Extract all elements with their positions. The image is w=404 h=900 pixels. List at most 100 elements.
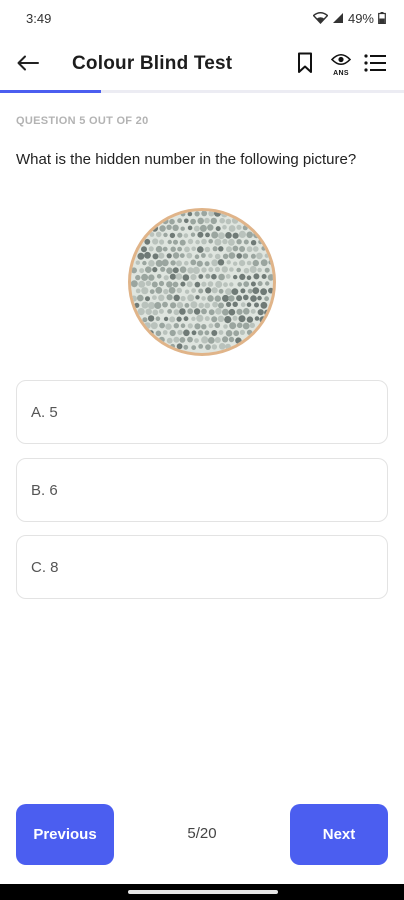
plate-dot bbox=[166, 281, 173, 288]
plate-dot bbox=[222, 336, 229, 343]
ishihara-dots bbox=[131, 211, 273, 350]
plate-dot bbox=[246, 302, 252, 307]
plate-dot bbox=[180, 226, 185, 231]
plate-dot bbox=[201, 281, 207, 287]
plate-dot bbox=[211, 316, 218, 323]
status-icons: 49% bbox=[312, 11, 386, 26]
plate-dot bbox=[173, 336, 180, 343]
bookmark-button[interactable] bbox=[293, 51, 317, 79]
plate-dot bbox=[176, 316, 182, 322]
plate-dot bbox=[221, 266, 228, 273]
plate-dot bbox=[187, 238, 194, 245]
plate-dot bbox=[155, 259, 163, 267]
system-navigation-bar bbox=[0, 884, 404, 900]
plate-dot bbox=[205, 344, 211, 350]
plate-dot bbox=[155, 330, 162, 337]
plate-dot bbox=[145, 308, 152, 315]
plate-dot bbox=[184, 260, 189, 266]
plate-dot bbox=[218, 246, 224, 252]
plate-dot bbox=[237, 282, 242, 287]
plate-dot bbox=[179, 239, 186, 246]
plate-dot bbox=[152, 238, 159, 245]
answer-option-a[interactable]: A. 5 bbox=[16, 380, 388, 444]
plate-dot bbox=[222, 294, 229, 302]
plate-dot bbox=[198, 288, 204, 294]
plate-dot bbox=[204, 302, 211, 309]
plate-dot bbox=[159, 239, 165, 245]
plate-dot bbox=[229, 322, 237, 330]
plate-dot bbox=[228, 238, 235, 246]
plate-dot bbox=[131, 295, 137, 302]
plate-dot bbox=[137, 294, 144, 302]
plate-dot bbox=[243, 239, 249, 245]
show-answer-button[interactable]: ANS bbox=[326, 50, 356, 80]
plate-dot bbox=[155, 316, 161, 321]
plate-dot bbox=[196, 314, 204, 322]
back-button[interactable] bbox=[14, 51, 42, 79]
plate-dot bbox=[154, 302, 162, 309]
plate-dot bbox=[264, 267, 270, 273]
plate-dot bbox=[211, 287, 218, 294]
plate-dot bbox=[259, 316, 267, 324]
plate-dot bbox=[215, 226, 221, 232]
plate-dot bbox=[166, 337, 173, 344]
plate-dot bbox=[159, 225, 166, 232]
plate-dot bbox=[246, 260, 252, 266]
plate-dot bbox=[240, 302, 246, 308]
plate-dot bbox=[148, 274, 155, 281]
plate-dot bbox=[170, 343, 175, 349]
list-icon bbox=[364, 53, 386, 77]
plate-dot bbox=[249, 322, 255, 328]
plate-dot bbox=[141, 301, 149, 309]
plate-dot bbox=[158, 280, 165, 287]
plate-dot bbox=[261, 274, 267, 279]
plate-dot bbox=[201, 253, 206, 258]
plate-dot bbox=[207, 281, 214, 287]
plate-dot bbox=[225, 343, 231, 350]
plate-dot bbox=[211, 273, 217, 280]
plate-dot bbox=[207, 337, 215, 344]
plate-dot bbox=[214, 266, 221, 273]
plate-dot bbox=[225, 288, 232, 296]
plate-dot bbox=[147, 315, 155, 322]
plate-dot bbox=[183, 329, 190, 337]
plate-dot bbox=[180, 281, 186, 287]
home-gesture-handle[interactable] bbox=[128, 890, 278, 894]
plate-dot bbox=[179, 337, 186, 343]
plate-dot bbox=[208, 323, 214, 329]
previous-button[interactable]: Previous bbox=[16, 804, 114, 865]
plate-dot bbox=[239, 329, 245, 335]
plate-dot bbox=[211, 259, 219, 267]
plate-dot bbox=[211, 330, 218, 336]
plate-dot bbox=[236, 267, 241, 273]
plate-dot bbox=[212, 246, 218, 252]
plate-dot bbox=[239, 260, 246, 267]
plate-dot bbox=[215, 308, 222, 315]
plate-dot bbox=[193, 308, 201, 315]
plate-dot bbox=[204, 330, 210, 336]
plate-dot bbox=[162, 301, 168, 308]
plate-dot bbox=[176, 343, 183, 350]
plate-dot bbox=[141, 287, 149, 295]
plate-dot bbox=[225, 232, 232, 239]
answer-option-c[interactable]: C. 8 bbox=[16, 535, 388, 599]
plate-dot bbox=[238, 230, 246, 238]
plate-dot bbox=[170, 246, 176, 252]
question-list-button[interactable] bbox=[362, 51, 388, 79]
plate-dot bbox=[201, 324, 207, 330]
plate-dot bbox=[208, 309, 215, 316]
plate-dot bbox=[176, 287, 182, 294]
plate-dot bbox=[233, 330, 240, 337]
plate-dot bbox=[195, 239, 200, 245]
answer-option-b[interactable]: B. 6 bbox=[16, 458, 388, 522]
plate-dot bbox=[198, 302, 204, 309]
plate-dot bbox=[191, 330, 197, 336]
plate-dot bbox=[170, 260, 176, 266]
plate-dot bbox=[145, 266, 152, 273]
plate-dot bbox=[223, 324, 228, 329]
plate-dot bbox=[144, 238, 151, 245]
plate-dot bbox=[243, 281, 250, 287]
plate-dot bbox=[254, 302, 259, 308]
next-button[interactable]: Next bbox=[290, 804, 388, 865]
plate-dot bbox=[235, 337, 242, 344]
